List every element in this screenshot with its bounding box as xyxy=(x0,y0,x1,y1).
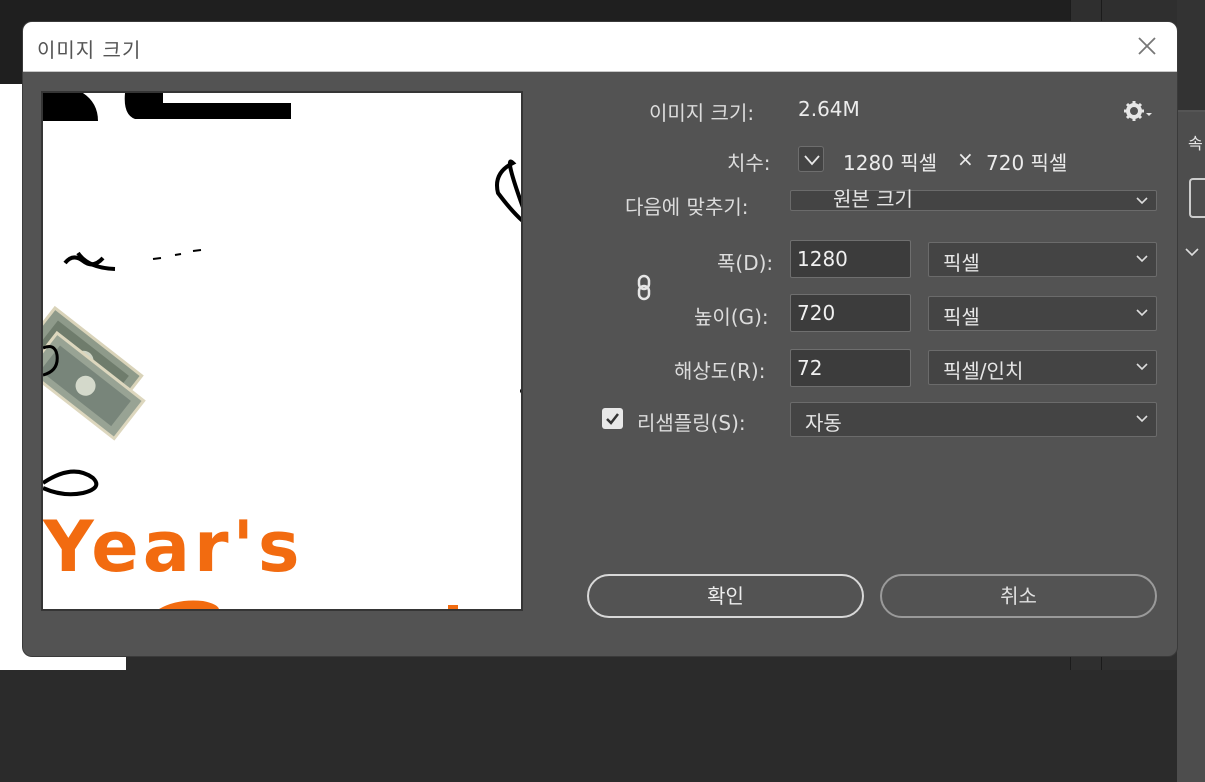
fit-to-value: 원본 크기 xyxy=(833,187,913,211)
chevron-down-icon xyxy=(1136,197,1148,205)
image-preview[interactable]: Year's xyxy=(41,91,523,611)
resample-checkbox[interactable] xyxy=(602,408,623,429)
height-label: 높이(G): xyxy=(694,305,769,329)
chevron-down-icon xyxy=(1136,309,1148,317)
width-input[interactable] xyxy=(790,240,911,278)
resolution-label: 해상도(R): xyxy=(674,359,766,383)
dimensions-times: × xyxy=(957,147,974,171)
panel-field[interactable] xyxy=(1189,178,1205,218)
fit-to-select[interactable]: 원본 크기 xyxy=(790,187,1157,211)
height-unit-select[interactable]: 픽셀 xyxy=(928,296,1157,331)
panel-label: 속 xyxy=(1188,134,1203,153)
cancel-button[interactable]: 취소 xyxy=(880,574,1157,618)
resolution-input[interactable] xyxy=(790,349,911,387)
resample-method-select[interactable]: 자동 xyxy=(790,402,1157,437)
width-unit-select[interactable]: 픽셀 xyxy=(928,242,1157,277)
dialog-title: 이미지 크기 xyxy=(37,38,142,62)
panel-header xyxy=(1177,0,1205,112)
height-input[interactable] xyxy=(790,294,911,332)
chevron-down-icon xyxy=(1136,255,1148,263)
width-label: 폭(D): xyxy=(717,251,774,275)
gear-icon[interactable] xyxy=(1123,99,1153,123)
chevron-down-icon xyxy=(1136,363,1148,371)
resample-method-value: 자동 xyxy=(805,411,842,435)
resample-label: 리샘플링(S): xyxy=(637,411,746,435)
chevron-down-icon xyxy=(804,155,820,166)
checkmark-icon xyxy=(606,413,619,425)
fit-to-label: 다음에 맞추기: xyxy=(625,195,749,219)
dimensions-toggle-button[interactable] xyxy=(798,146,824,172)
ok-button[interactable]: 확인 xyxy=(587,574,864,618)
dimensions-width: 1280 픽셀 xyxy=(843,151,938,175)
height-unit-value: 픽셀 xyxy=(943,305,980,329)
preview-text: Year's xyxy=(43,506,304,588)
image-size-label: 이미지 크기: xyxy=(649,101,755,125)
dialog-titlebar: 이미지 크기 xyxy=(23,22,1177,72)
resolution-unit-select[interactable]: 픽셀/인치 xyxy=(928,350,1157,385)
link-icon[interactable] xyxy=(635,274,655,302)
image-size-value: 2.64M xyxy=(798,97,860,121)
width-unit-value: 픽셀 xyxy=(943,251,980,275)
chevron-down-icon[interactable] xyxy=(1185,242,1199,261)
close-icon[interactable] xyxy=(1133,32,1161,60)
resolution-unit-value: 픽셀/인치 xyxy=(943,359,1024,383)
chevron-down-icon xyxy=(1136,415,1148,423)
dimensions-label: 치수: xyxy=(727,151,771,175)
image-size-dialog: 이미지 크기 Year's 이미지 크기: 2.64M 치수: 1280 픽셀 … xyxy=(23,22,1177,656)
dimensions-height: 720 픽셀 xyxy=(986,151,1068,175)
